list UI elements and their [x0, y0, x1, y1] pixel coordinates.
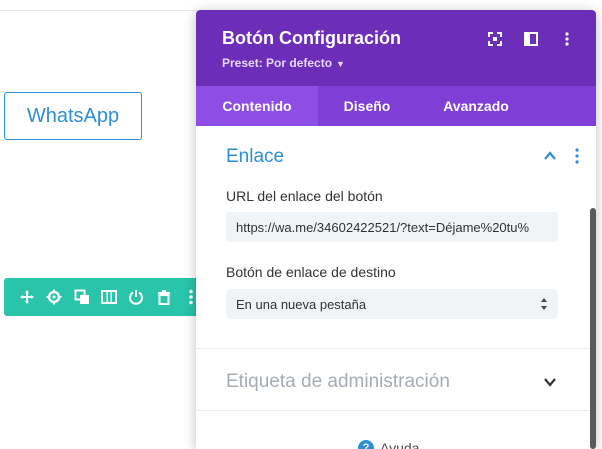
panel-header: Botón Configuración Preset: Por defecto ▼	[196, 10, 596, 86]
tab-avanzado[interactable]: Avanzado	[416, 86, 536, 126]
canvas-divider	[0, 10, 200, 11]
panel-title: Botón Configuración	[222, 28, 401, 48]
settings-panel: Botón Configuración Preset: Por defecto ▼…	[196, 10, 596, 449]
chevron-up-icon[interactable]	[544, 150, 556, 162]
trash-icon[interactable]	[155, 288, 172, 306]
target-value: En una nueva pestaña	[236, 296, 367, 312]
section-link-header[interactable]: Enlace	[196, 126, 596, 184]
settings-icon[interactable]	[45, 288, 62, 306]
more-options-icon[interactable]	[558, 30, 576, 48]
whatsapp-button-label: WhatsApp	[26, 104, 120, 127]
target-select[interactable]: En una nueva pestaña	[226, 289, 558, 319]
section-divider	[196, 348, 596, 349]
url-value: https://wa.me/34602422521/?text=Déjame%2…	[236, 219, 530, 235]
tab-diseno[interactable]: Diseño	[318, 86, 416, 126]
module-toolbar	[4, 278, 200, 316]
section-title: Enlace	[226, 146, 285, 167]
caret-down-icon: ▼	[336, 59, 345, 69]
help-link[interactable]: ? Ayuda	[358, 440, 419, 449]
tab-contenido[interactable]: Contenido	[196, 86, 318, 126]
chevron-down-icon[interactable]	[544, 376, 556, 388]
whatsapp-button[interactable]: WhatsApp	[4, 92, 142, 140]
section-menu-icon[interactable]	[574, 148, 580, 164]
columns-icon[interactable]	[100, 288, 117, 306]
help-label: Ayuda	[380, 440, 420, 449]
preset-label: Preset: Por defecto	[222, 56, 333, 70]
scrollbar[interactable]	[590, 208, 596, 449]
sidebar-icon[interactable]	[522, 30, 540, 48]
panel-tabs: Contenido Diseño Avanzado	[196, 86, 596, 126]
url-input[interactable]: https://wa.me/34602422521/?text=Déjame%2…	[226, 212, 558, 242]
duplicate-icon[interactable]	[73, 288, 90, 306]
url-field-label: URL del enlace del botón	[226, 188, 383, 204]
power-icon[interactable]	[128, 288, 145, 306]
fullscreen-icon[interactable]	[486, 30, 504, 48]
select-arrows-icon	[541, 298, 547, 310]
move-icon[interactable]	[18, 288, 35, 306]
help-icon: ?	[358, 440, 374, 449]
section-admin-title[interactable]: Etiqueta de administración	[226, 371, 450, 393]
section-divider	[196, 410, 596, 411]
target-field-label: Botón de enlace de destino	[226, 264, 396, 280]
preset-selector[interactable]: Preset: Por defecto ▼	[222, 56, 345, 70]
